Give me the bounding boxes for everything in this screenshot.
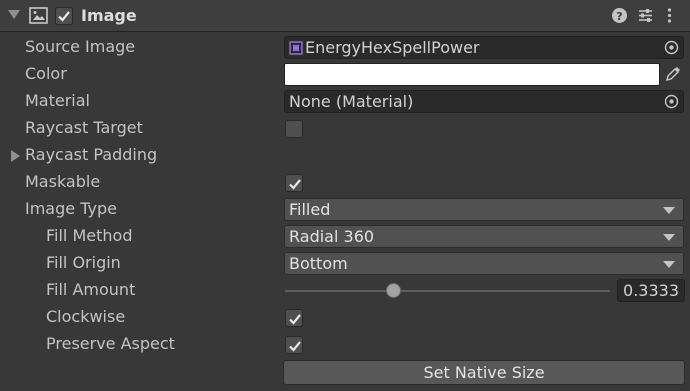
source-image-value: EnergyHexSpellPower [305, 38, 480, 57]
collapse-arrow-icon[interactable] [8, 10, 20, 19]
color-swatch[interactable] [284, 63, 660, 86]
clockwise-row: Clockwise [0, 304, 690, 331]
image-type-dropdown[interactable]: Filled [284, 198, 684, 221]
fill-method-dropdown[interactable]: Radial 360 [284, 225, 684, 248]
fill-amount-input[interactable]: 0.3333 [617, 279, 685, 302]
source-image-label: Source Image [25, 37, 136, 56]
svg-text:?: ? [616, 10, 622, 23]
color-row: Color [0, 61, 690, 88]
raycast-target-label: Raycast Target [25, 118, 143, 137]
fill-origin-row: Fill Origin Bottom [0, 250, 690, 277]
object-picker-icon[interactable] [664, 94, 679, 109]
chevron-down-icon [663, 261, 675, 268]
image-type-row: Image Type Filled [0, 196, 690, 223]
fill-method-row: Fill Method Radial 360 [0, 223, 690, 250]
sprite-icon [289, 41, 303, 55]
set-native-size-row: Set Native Size [0, 358, 690, 388]
color-label: Color [25, 64, 67, 83]
chevron-down-icon [663, 207, 675, 214]
checkmark-icon [58, 11, 70, 22]
fill-amount-slider-thumb[interactable] [385, 283, 401, 298]
preserve-aspect-checkbox[interactable] [285, 336, 303, 354]
set-native-size-label: Set Native Size [423, 363, 545, 382]
preserve-aspect-row: Preserve Aspect [0, 331, 690, 358]
component-title: Image [81, 6, 137, 25]
checkmark-icon [289, 179, 301, 190]
fill-method-value: Radial 360 [289, 227, 375, 246]
raycast-target-checkbox[interactable] [285, 120, 303, 138]
raycast-padding-label[interactable]: Raycast Padding [25, 145, 157, 164]
component-header[interactable]: Image ? [0, 0, 690, 32]
fill-amount-slider-track[interactable] [285, 290, 610, 292]
image-component-icon [29, 7, 48, 24]
fill-origin-dropdown[interactable]: Bottom [284, 252, 684, 275]
raycast-target-row: Raycast Target [0, 115, 690, 142]
fill-method-label: Fill Method [46, 226, 133, 245]
clockwise-checkbox[interactable] [285, 309, 303, 327]
source-image-field[interactable]: EnergyHexSpellPower [284, 36, 684, 59]
fill-amount-row: Fill Amount 0.3333 [0, 277, 690, 304]
clockwise-label: Clockwise [46, 307, 126, 326]
set-native-size-button[interactable]: Set Native Size [283, 360, 685, 385]
fill-origin-value: Bottom [289, 254, 348, 273]
maskable-checkbox[interactable] [285, 174, 303, 192]
maskable-row: Maskable [0, 169, 690, 196]
raycast-padding-row[interactable]: Raycast Padding [0, 142, 690, 169]
presets-icon[interactable] [637, 7, 654, 24]
material-row: Material None (Material) [0, 88, 690, 115]
material-label: Material [25, 91, 90, 110]
image-type-label: Image Type [25, 199, 117, 218]
chevron-down-icon [663, 234, 675, 241]
preserve-aspect-label: Preserve Aspect [46, 334, 175, 353]
help-icon[interactable]: ? [611, 7, 628, 24]
checkmark-icon [289, 314, 301, 325]
source-image-row: Source Image EnergyHexSpellPower [0, 34, 690, 61]
more-options-icon[interactable] [661, 7, 678, 24]
material-value: None (Material) [289, 92, 414, 111]
fill-origin-label: Fill Origin [46, 253, 121, 272]
fill-amount-label: Fill Amount [46, 280, 136, 299]
eyedropper-icon[interactable] [664, 65, 682, 83]
component-enabled-checkbox[interactable] [55, 7, 73, 25]
foldout-arrow-icon[interactable] [11, 150, 20, 162]
image-type-value: Filled [289, 200, 331, 219]
checkmark-icon [289, 341, 301, 352]
object-picker-icon[interactable] [664, 40, 679, 55]
material-field[interactable]: None (Material) [284, 90, 684, 113]
maskable-label: Maskable [25, 172, 101, 191]
fill-amount-value: 0.3333 [623, 281, 679, 300]
